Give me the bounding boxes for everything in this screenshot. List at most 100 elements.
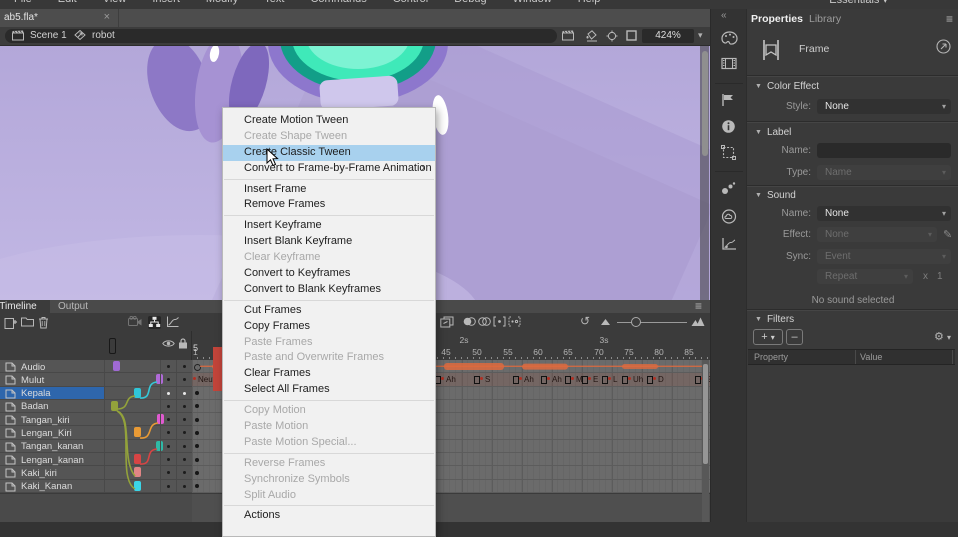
onion-skin-outlines-button[interactable] (478, 316, 491, 329)
panel-menu-icon[interactable]: ≡ (946, 12, 953, 26)
layer-row-lengan_kanan[interactable]: Lengan_kanan (0, 453, 192, 466)
parenting-column[interactable] (104, 466, 161, 478)
layer-name[interactable]: Lengan_Kiri (21, 428, 72, 439)
menu-item-insert-frame[interactable]: Insert Frame (223, 182, 435, 198)
section-label[interactable]: ▼Label (755, 127, 791, 138)
layer-lock-cell[interactable] (176, 373, 192, 385)
layer-row-badan[interactable]: Badan (0, 400, 192, 413)
onion-span-button[interactable] (493, 316, 506, 329)
new-folder-button[interactable] (21, 316, 34, 329)
remove-filter-button[interactable]: – (786, 329, 803, 345)
menu-item-cut-frames[interactable]: Cut Frames (223, 303, 435, 319)
layer-lock-cell[interactable] (176, 440, 192, 452)
scrollbar-thumb[interactable] (702, 51, 708, 156)
new-layer-button[interactable] (4, 316, 17, 329)
workspace-switcher[interactable]: Essentials ▾ (829, 0, 888, 6)
layer-lock-cell[interactable] (176, 360, 192, 372)
menu-modify[interactable]: Modify (206, 0, 238, 5)
parenting-column[interactable] (104, 426, 161, 438)
keyframe-dot[interactable] (195, 404, 199, 408)
menu-control[interactable]: Control (393, 0, 428, 5)
document-tab[interactable]: ab5.fla* × (0, 9, 119, 27)
layer-row-kaki_kiri[interactable]: Kaki_kiri (0, 466, 192, 479)
sound-name-dropdown[interactable]: None▾ (817, 206, 951, 221)
menu-text[interactable]: Text (264, 0, 284, 5)
history-graph-icon[interactable] (721, 237, 738, 254)
zoom-level-select[interactable]: 424% (642, 29, 694, 43)
graph-view-button[interactable] (166, 316, 179, 329)
menu-item-convert-to-keyframes[interactable]: Convert to Keyframes (223, 266, 435, 282)
keyframe-dot[interactable] (195, 431, 199, 435)
add-filter-button[interactable]: + ▾ (753, 329, 783, 345)
layer-lock-cell[interactable] (176, 466, 192, 478)
timeline-vertical-scrollbar[interactable] (702, 360, 709, 522)
clip-content-icon[interactable] (626, 30, 637, 41)
menu-item-remove-frames[interactable]: Remove Frames (223, 197, 435, 213)
menu-commands[interactable]: Commands (310, 0, 366, 5)
chevron-down-icon[interactable]: ▾ (698, 30, 703, 41)
breadcrumb-symbol[interactable]: robot (92, 30, 115, 41)
parenting-column[interactable] (104, 373, 161, 385)
timeline-zoom-slider-knob[interactable] (631, 317, 641, 327)
menu-item-create-motion-tween[interactable]: Create Motion Tween (223, 113, 435, 129)
keyframe-dot[interactable] (195, 458, 199, 462)
parenting-chip[interactable] (113, 361, 120, 371)
layer-lock-cell[interactable] (176, 453, 192, 465)
keyframe-dot[interactable] (195, 471, 199, 475)
layer-name[interactable]: Lengan_kanan (21, 455, 84, 466)
center-frame-icon[interactable] (606, 30, 618, 42)
layer-name[interactable]: Tangan_kiri (21, 415, 70, 426)
menu-item-insert-blank-keyframe[interactable]: Insert Blank Keyframe (223, 234, 435, 250)
creative-cloud-icon[interactable] (721, 209, 738, 226)
menu-window[interactable]: Window (513, 0, 552, 5)
transform-panel-icon[interactable] (721, 145, 738, 162)
delete-layer-button[interactable] (38, 316, 51, 329)
parenting-chip[interactable] (134, 481, 141, 491)
camera-preview-icon[interactable] (562, 30, 575, 41)
edit-multiple-frames-button[interactable] (440, 316, 453, 329)
paint-bucket-icon[interactable] (585, 30, 599, 42)
menu-edit[interactable]: Edit (58, 0, 77, 5)
info-panel-icon[interactable] (721, 119, 738, 136)
pencil-icon[interactable]: ✎ (943, 228, 952, 241)
close-icon[interactable]: × (104, 11, 110, 23)
filter-options-button[interactable]: ⚙ ▾ (934, 330, 951, 343)
layer-name[interactable]: Tangan_kanan (21, 441, 83, 452)
parenting-column[interactable] (104, 400, 161, 412)
menu-item-convert-to-blank-keyframes[interactable]: Convert to Blank Keyframes (223, 282, 435, 298)
section-color-effect[interactable]: ▼Color Effect (755, 81, 819, 92)
share-icon[interactable] (936, 39, 951, 54)
brush-library-icon[interactable] (721, 181, 738, 198)
parenting-column[interactable] (104, 480, 161, 492)
layer-name[interactable]: Kaki_Kanan (21, 481, 72, 492)
layer-visibility-cell[interactable] (160, 400, 176, 412)
layer-lock-cell[interactable] (176, 400, 192, 412)
scrollbar-thumb[interactable] (703, 364, 708, 464)
parenting-column[interactable] (104, 360, 161, 372)
label-name-input[interactable] (817, 143, 951, 158)
layer-visibility-cell[interactable] (160, 480, 176, 492)
layer-row-tangan_kanan[interactable]: Tangan_kanan (0, 440, 192, 453)
layer-lock-cell[interactable] (176, 426, 192, 438)
timeline-zoom-slider-track[interactable] (617, 322, 687, 323)
layer-lock-cell[interactable] (176, 480, 192, 492)
layer-visibility-cell[interactable] (160, 466, 176, 478)
layer-row-tangan_kiri[interactable]: Tangan_kiri (0, 413, 192, 426)
parenting-column[interactable] (104, 413, 161, 425)
keyframe-dot[interactable] (195, 444, 199, 448)
layer-visibility-cell[interactable] (160, 373, 176, 385)
playhead[interactable] (213, 347, 222, 391)
layer-lock-cell[interactable] (176, 387, 192, 399)
layer-row-audio[interactable]: Audio (0, 360, 192, 373)
menu-file[interactable]: File (14, 0, 32, 5)
layer-visibility-cell[interactable] (160, 387, 176, 399)
parenting-chip[interactable] (134, 454, 141, 464)
menu-item-convert-to-frame-by-frame-animation[interactable]: Convert to Frame-by-Frame Animation› (223, 161, 435, 177)
layer-name[interactable]: Audio (21, 362, 45, 373)
menu-debug[interactable]: Debug (454, 0, 486, 5)
parenting-chip[interactable] (111, 401, 118, 411)
menu-item-select-all-frames[interactable]: Select All Frames (223, 382, 435, 398)
frames-panel-icon[interactable] (721, 57, 738, 74)
parenting-column[interactable] (104, 440, 161, 452)
onion-skin-button[interactable] (463, 316, 476, 329)
